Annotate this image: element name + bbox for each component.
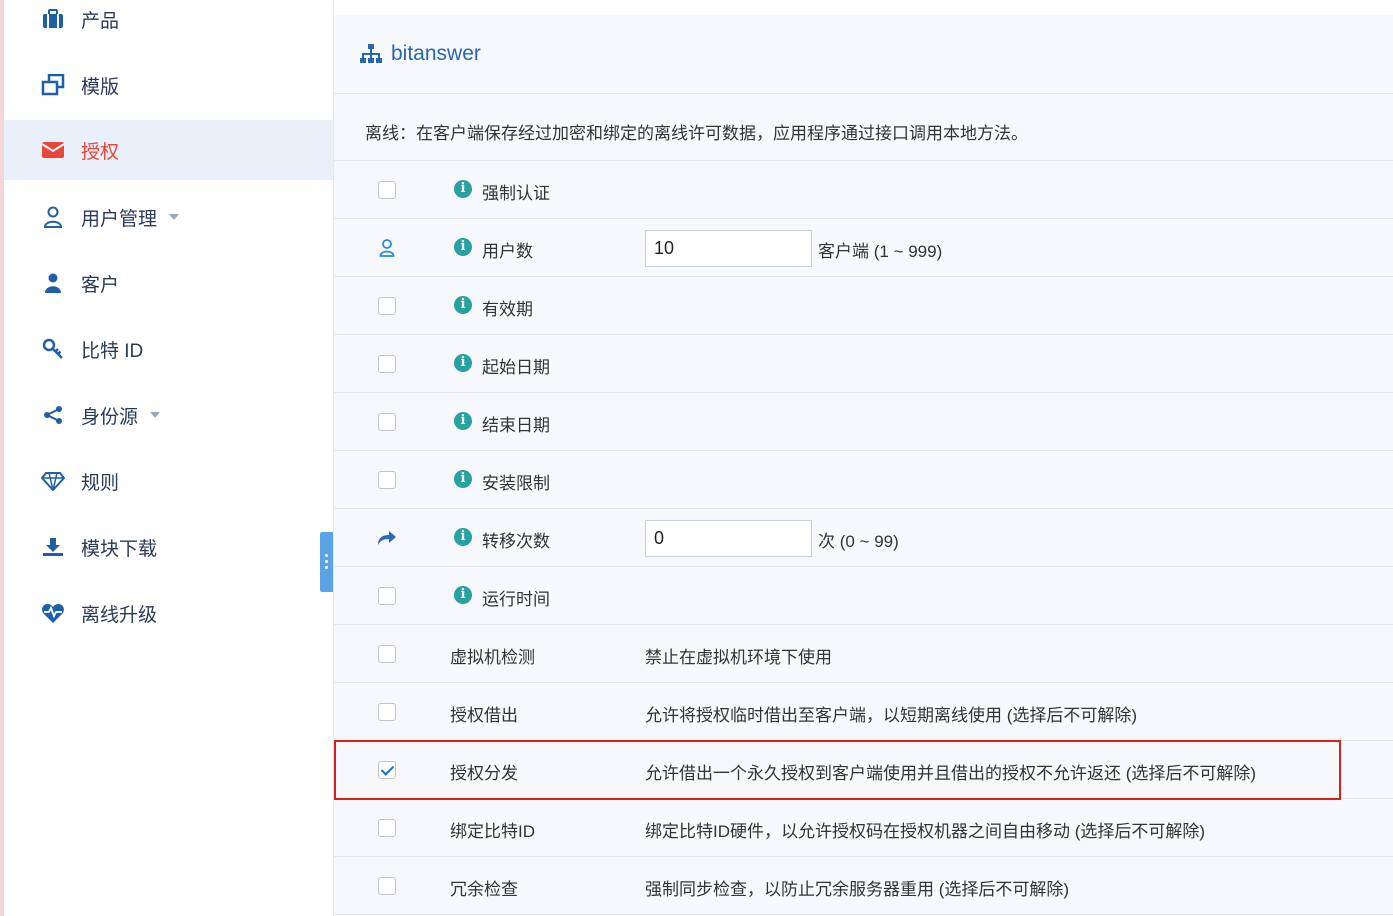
checkbox[interactable] bbox=[378, 877, 396, 895]
sidebar-item-label: 用户管理 bbox=[81, 204, 180, 231]
sidebar-item-label: 身份源 bbox=[81, 402, 161, 429]
sidebar-item-label: 规则 bbox=[81, 472, 120, 494]
option-name: 绑定比特ID bbox=[450, 822, 535, 841]
sidebar-item-module-download[interactable]: 模块下载 bbox=[4, 517, 333, 577]
sidebar-item-label: 比特 ID bbox=[81, 340, 144, 362]
user-outline-icon bbox=[40, 204, 66, 230]
sidebar-item-customers[interactable]: 客户 bbox=[4, 253, 333, 313]
option-row-force-auth: i 强制认证 bbox=[334, 161, 1393, 219]
sidebar-item-label: 模版 bbox=[81, 76, 120, 98]
sidebar-item-label: 客户 bbox=[81, 274, 120, 296]
sidebar-item-license[interactable]: 授权 bbox=[4, 120, 333, 180]
option-row-vm-detect: 虚拟机检测 禁止在虚拟机环境下使用 bbox=[334, 625, 1393, 683]
chevron-down-icon bbox=[150, 412, 161, 419]
sidebar-item-identity-source[interactable]: 身份源 bbox=[4, 385, 333, 445]
option-name: 结束日期 bbox=[482, 416, 550, 435]
info-icon[interactable]: i bbox=[454, 180, 472, 198]
checkbox[interactable] bbox=[378, 703, 396, 721]
share-icon bbox=[40, 402, 66, 428]
option-name: 运行时间 bbox=[482, 590, 550, 609]
sitemap-icon bbox=[360, 44, 382, 69]
sidebar-item-user-management[interactable]: 用户管理 bbox=[4, 187, 333, 247]
option-row-license-distribute: 授权分发 允许借出一个永久授权到客户端使用并且借出的授权不允许返还 (选择后不可… bbox=[334, 741, 1393, 799]
option-row-license-borrow: 授权借出 允许将授权临时借出至客户端，以短期离线使用 (选择后不可解除) bbox=[334, 683, 1393, 741]
panel-header: bitanswer bbox=[334, 15, 1393, 94]
envelope-icon bbox=[40, 137, 66, 163]
option-row-run-time: i 运行时间 bbox=[334, 567, 1393, 625]
checkbox[interactable] bbox=[378, 355, 396, 373]
info-icon[interactable]: i bbox=[454, 238, 472, 256]
option-unit: 次 (0 ~ 99) bbox=[818, 532, 899, 551]
info-icon[interactable]: i bbox=[454, 296, 472, 314]
checkbox[interactable] bbox=[378, 413, 396, 431]
user-count-input[interactable] bbox=[645, 230, 812, 267]
sidebar-item-rules[interactable]: 规则 bbox=[4, 451, 333, 511]
option-description: 强制同步检查，以防止冗余服务器重用 (选择后不可解除) bbox=[645, 880, 1070, 899]
option-name: 安装限制 bbox=[482, 474, 550, 493]
sidebar-item-offline-upgrade[interactable]: 离线升级 bbox=[4, 583, 333, 643]
option-row-redundancy-check: 冗余检查 强制同步检查，以防止冗余服务器重用 (选择后不可解除) bbox=[334, 857, 1393, 915]
info-icon[interactable]: i bbox=[454, 528, 472, 546]
sidebar-item-templates[interactable]: 模版 bbox=[4, 55, 333, 115]
diamond-icon bbox=[40, 468, 66, 494]
share-arrow-icon bbox=[377, 528, 397, 548]
checkbox[interactable] bbox=[378, 819, 396, 837]
option-name: 有效期 bbox=[482, 300, 533, 319]
heartbeat-icon bbox=[40, 600, 66, 626]
briefcase-icon bbox=[40, 6, 66, 32]
download-icon bbox=[40, 534, 66, 560]
sidebar-item-label: 离线升级 bbox=[81, 604, 158, 626]
sidebar-item-label: 产品 bbox=[81, 10, 120, 32]
checkbox[interactable] bbox=[378, 645, 396, 663]
transfer-count-input[interactable] bbox=[645, 520, 812, 557]
option-row-start-date: i 起始日期 bbox=[334, 335, 1393, 393]
checkbox[interactable] bbox=[378, 471, 396, 489]
option-name: 虚拟机检测 bbox=[450, 648, 535, 667]
description-text: 离线：在客户端保存经过加密和绑定的离线许可数据，应用程序通过接口调用本地方法。 bbox=[365, 124, 1028, 143]
panel-description: 离线：在客户端保存经过加密和绑定的离线许可数据，应用程序通过接口调用本地方法。 bbox=[334, 95, 1393, 161]
info-icon[interactable]: i bbox=[454, 586, 472, 604]
chevron-down-icon bbox=[169, 214, 180, 221]
panel-title: bitanswer bbox=[391, 42, 481, 65]
option-description: 允许借出一个永久授权到客户端使用并且借出的授权不允许返还 (选择后不可解除) bbox=[645, 764, 1257, 783]
checkbox[interactable] bbox=[378, 587, 396, 605]
option-name: 冗余检查 bbox=[450, 880, 518, 899]
option-row-bind-bit-id: 绑定比特ID 绑定比特ID硬件，以允许授权码在授权机器之间自由移动 (选择后不可… bbox=[334, 799, 1393, 857]
option-unit: 客户端 (1 ~ 999) bbox=[818, 242, 943, 261]
info-icon[interactable]: i bbox=[454, 412, 472, 430]
top-strip bbox=[334, 0, 1393, 15]
user-icon bbox=[40, 270, 66, 296]
option-row-end-date: i 结束日期 bbox=[334, 393, 1393, 451]
info-icon[interactable]: i bbox=[454, 354, 472, 372]
checkbox[interactable] bbox=[378, 297, 396, 315]
sidebar-collapse-handle[interactable] bbox=[320, 532, 333, 592]
option-description: 绑定比特ID硬件，以允许授权码在授权机器之间自由移动 (选择后不可解除) bbox=[645, 822, 1206, 841]
main-panel: bitanswer 离线：在客户端保存经过加密和绑定的离线许可数据，应用程序通过… bbox=[333, 0, 1393, 916]
sidebar-item-label: 模块下载 bbox=[81, 538, 158, 560]
checkbox-checked[interactable] bbox=[378, 761, 396, 779]
option-name: 起始日期 bbox=[482, 358, 550, 377]
option-name: 强制认证 bbox=[482, 184, 550, 203]
option-row-user-count: i 用户数 客户端 (1 ~ 999) bbox=[334, 219, 1393, 277]
sidebar-item-label: 授权 bbox=[81, 141, 120, 163]
option-name: 转移次数 bbox=[482, 532, 550, 551]
option-description: 允许将授权临时借出至客户端，以短期离线使用 (选择后不可解除) bbox=[645, 706, 1138, 725]
option-row-install-limit: i 安装限制 bbox=[334, 451, 1393, 509]
user-outline-icon bbox=[377, 238, 397, 258]
option-row-validity: i 有效期 bbox=[334, 277, 1393, 335]
option-row-transfer-count: i 转移次数 次 (0 ~ 99) bbox=[334, 509, 1393, 567]
sidebar-item-bit-id[interactable]: 比特 ID bbox=[4, 319, 333, 379]
checkbox[interactable] bbox=[378, 181, 396, 199]
info-icon[interactable]: i bbox=[454, 470, 472, 488]
key-icon bbox=[40, 336, 66, 362]
option-name: 用户数 bbox=[482, 242, 533, 261]
clone-icon bbox=[40, 72, 66, 98]
sidebar-item-products[interactable]: 产品 bbox=[4, 0, 333, 49]
option-name: 授权分发 bbox=[450, 764, 518, 783]
sidebar: 产品 模版 授权 用户管理 客户 比特 ID 身份源 规则 模块下载 离线升级 bbox=[0, 0, 333, 916]
option-name: 授权借出 bbox=[450, 706, 518, 725]
option-description: 禁止在虚拟机环境下使用 bbox=[645, 648, 832, 667]
